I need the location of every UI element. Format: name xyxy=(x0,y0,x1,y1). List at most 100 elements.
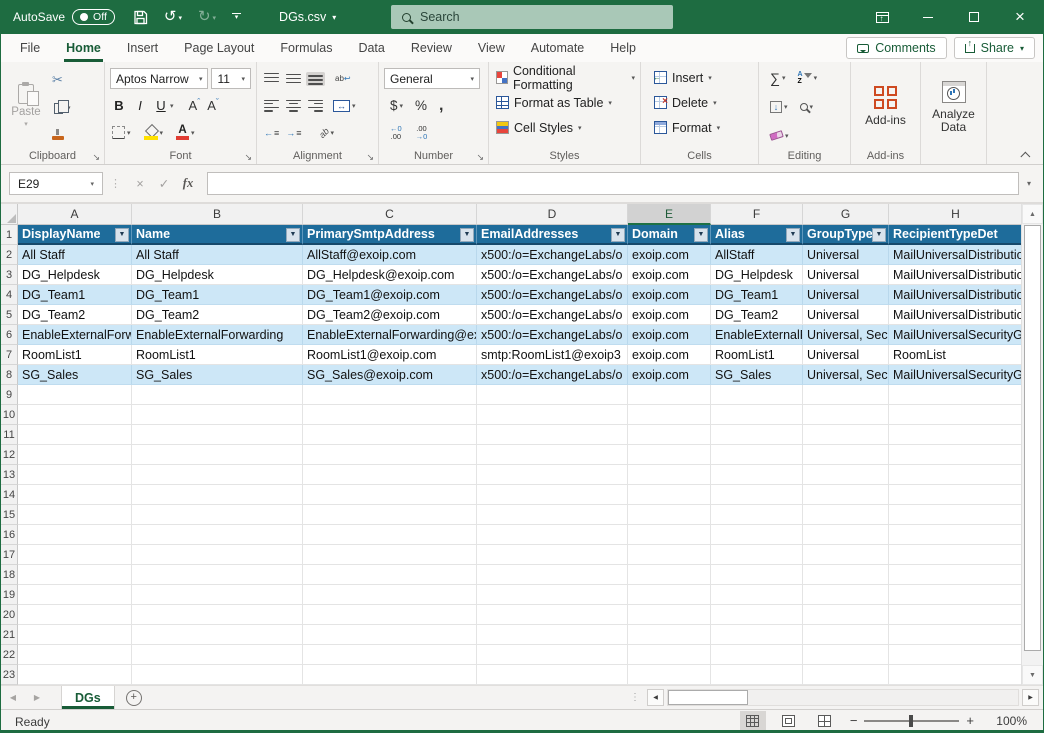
borders-dropdown-icon[interactable]: ▾ xyxy=(127,129,131,137)
table-cell[interactable]: DG_Helpdesk xyxy=(18,265,132,285)
row-header-15[interactable]: 15 xyxy=(1,505,18,525)
row-header-22[interactable]: 22 xyxy=(1,645,18,665)
grid-cell[interactable] xyxy=(18,565,132,585)
column-header-G[interactable]: G xyxy=(803,204,889,225)
grid-cell[interactable] xyxy=(889,505,1021,525)
grid-cell[interactable] xyxy=(132,465,303,485)
grid-cell[interactable] xyxy=(18,585,132,605)
tab-data[interactable]: Data xyxy=(345,34,397,62)
ribbon-display-options-button[interactable] xyxy=(859,0,905,34)
grid-cell[interactable] xyxy=(711,545,803,565)
tab-help[interactable]: Help xyxy=(597,34,649,62)
fill-color-button[interactable]: ▾ xyxy=(142,125,166,141)
table-cell[interactable]: RoomList1 xyxy=(132,345,303,365)
zoom-out-button[interactable]: − xyxy=(843,713,865,728)
filename-dropdown-icon[interactable]: ▾ xyxy=(332,13,336,22)
grid-cell[interactable] xyxy=(303,565,477,585)
table-cell[interactable]: MailUniversalDistributionGroup xyxy=(889,245,1021,265)
table-cell[interactable]: RoomList1 xyxy=(18,345,132,365)
increase-decimal-button[interactable]: ←0.00 xyxy=(388,124,404,142)
table-cell[interactable]: Universal xyxy=(803,345,889,365)
format-painter-button[interactable] xyxy=(50,128,73,142)
grid-cell[interactable] xyxy=(889,465,1021,485)
table-cell[interactable]: EnableExternalForwarding xyxy=(18,325,132,345)
table-cell[interactable]: SG_Sales xyxy=(132,365,303,385)
row-header-7[interactable]: 7 xyxy=(1,345,18,365)
grid-cell[interactable] xyxy=(18,525,132,545)
grid-cell[interactable] xyxy=(132,505,303,525)
close-button[interactable]: × xyxy=(997,0,1043,34)
insert-cells-dropdown-icon[interactable]: ▾ xyxy=(708,74,712,82)
grid-cell[interactable] xyxy=(803,545,889,565)
number-format-combo[interactable]: General▾ xyxy=(384,68,480,89)
grid-cell[interactable] xyxy=(18,625,132,645)
grid-cell[interactable] xyxy=(477,625,628,645)
search-box[interactable] xyxy=(391,5,673,29)
tab-review[interactable]: Review xyxy=(398,34,465,62)
filter-button[interactable]: ▼ xyxy=(872,228,886,242)
merge-dropdown-icon[interactable]: ▾ xyxy=(352,102,356,110)
grid-cell[interactable] xyxy=(132,625,303,645)
row-header-3[interactable]: 3 xyxy=(1,265,18,285)
accounting-dropdown-icon[interactable]: ▾ xyxy=(400,102,404,110)
sort-filter-dropdown-icon[interactable]: ▾ xyxy=(814,74,818,82)
row-header-21[interactable]: 21 xyxy=(1,625,18,645)
grid-cell[interactable] xyxy=(628,525,711,545)
grid-cell[interactable] xyxy=(477,585,628,605)
grid-cell[interactable] xyxy=(803,565,889,585)
filter-button[interactable]: ▼ xyxy=(460,228,474,242)
format-as-table-button[interactable]: Format as Table▾ xyxy=(494,90,635,115)
table-cell[interactable]: exoip.com xyxy=(628,265,711,285)
grid-cell[interactable] xyxy=(303,405,477,425)
vertical-scrollbar[interactable]: ▲ ▼ xyxy=(1021,204,1043,685)
grid-cell[interactable] xyxy=(132,585,303,605)
grid-cell[interactable] xyxy=(477,545,628,565)
share-dropdown-icon[interactable]: ▾ xyxy=(1020,44,1024,53)
grid-cell[interactable] xyxy=(803,645,889,665)
grid-cell[interactable] xyxy=(889,665,1021,685)
grid-cell[interactable] xyxy=(628,585,711,605)
grid-cell[interactable] xyxy=(711,445,803,465)
insert-function-button[interactable]: fx xyxy=(176,176,200,191)
grid-cell[interactable] xyxy=(303,665,477,685)
row-header-6[interactable]: 6 xyxy=(1,325,18,345)
grid-cell[interactable] xyxy=(18,505,132,525)
undo-dropdown-icon[interactable]: ▾ xyxy=(178,14,182,24)
grid-cell[interactable] xyxy=(803,605,889,625)
merge-center-button[interactable]: ↔▾ xyxy=(331,99,358,113)
grid-cell[interactable] xyxy=(303,585,477,605)
font-size-combo[interactable]: 11▾ xyxy=(211,68,251,89)
grid-cell[interactable] xyxy=(628,505,711,525)
row-header-13[interactable]: 13 xyxy=(1,465,18,485)
table-cell[interactable]: EnableExternalForwarding xyxy=(711,325,803,345)
grid-cell[interactable] xyxy=(628,385,711,405)
grid-cell[interactable] xyxy=(132,545,303,565)
hscroll-right-icon[interactable]: ▶ xyxy=(1022,689,1039,706)
horizontal-scroll-thumb[interactable] xyxy=(668,690,748,705)
grid-cell[interactable] xyxy=(711,665,803,685)
table-cell[interactable]: All Staff xyxy=(132,245,303,265)
grid-cell[interactable] xyxy=(803,405,889,425)
grid-cell[interactable] xyxy=(132,565,303,585)
grid-cell[interactable] xyxy=(477,445,628,465)
grid-cell[interactable] xyxy=(18,405,132,425)
grid-cell[interactable] xyxy=(889,545,1021,565)
table-cell[interactable]: DG_Team2@exoip.com xyxy=(303,305,477,325)
tab-automate[interactable]: Automate xyxy=(518,34,598,62)
grid-cell[interactable] xyxy=(628,625,711,645)
tab-formulas[interactable]: Formulas xyxy=(267,34,345,62)
table-cell[interactable]: Universal xyxy=(803,245,889,265)
row-header-20[interactable]: 20 xyxy=(1,605,18,625)
zoom-level[interactable]: 100% xyxy=(991,714,1027,728)
cell-styles-button[interactable]: Cell Styles▾ xyxy=(494,115,635,140)
table-cell[interactable]: x500:/o=ExchangeLabs/o xyxy=(477,265,628,285)
column-header-D[interactable]: D xyxy=(477,204,628,225)
grid-cell[interactable] xyxy=(711,505,803,525)
grid-cell[interactable] xyxy=(18,605,132,625)
table-header-cell[interactable]: Alias▼ xyxy=(711,225,803,245)
grid-cell[interactable] xyxy=(477,465,628,485)
analyze-data-button[interactable]: Analyze Data xyxy=(926,65,981,150)
autosum-button[interactable]: ∑▾ xyxy=(768,69,788,87)
column-header-C[interactable]: C xyxy=(303,204,477,225)
normal-view-button[interactable] xyxy=(740,711,766,730)
